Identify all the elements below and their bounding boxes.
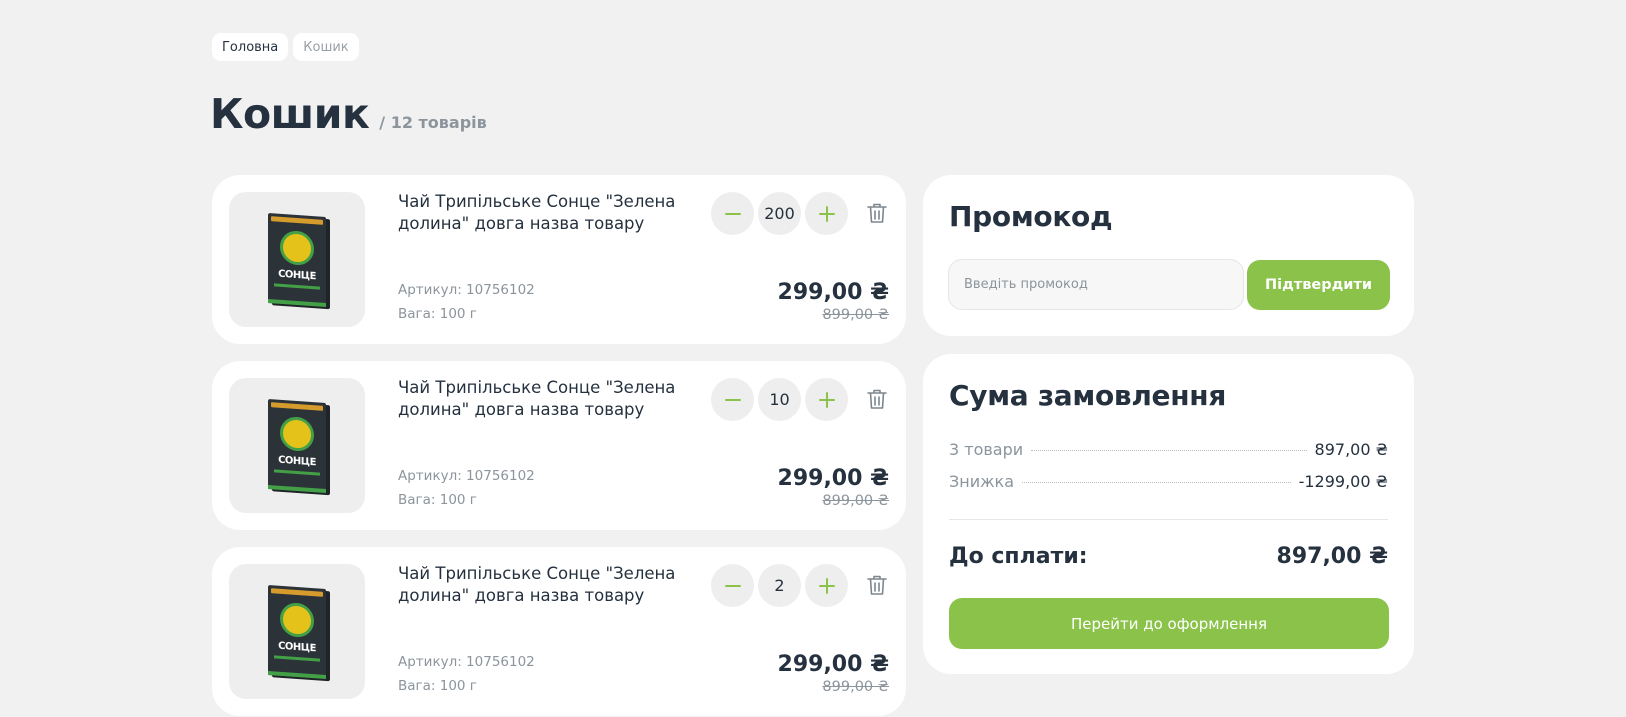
summary-discount-label: Знижка	[949, 472, 1014, 491]
cart-item-count: / 12 товарів	[379, 113, 487, 132]
promo-code-panel: Промокод Підтвердити	[923, 175, 1414, 336]
product-weight: Вага: 100 г	[398, 678, 477, 694]
product-name[interactable]: Чай Трипільське Сонце "Зелена долина" до…	[398, 563, 683, 607]
product-article: Артикул: 10756102	[398, 468, 535, 484]
checkout-button[interactable]: Перейти до оформлення	[949, 598, 1389, 649]
quantity-stepper: 2	[711, 564, 848, 607]
product-name[interactable]: Чай Трипільське Сонце "Зелена долина" до…	[398, 191, 683, 235]
product-price: 299,00 ₴	[777, 652, 889, 677]
quantity-stepper: 200	[711, 192, 848, 235]
apply-promo-button[interactable]: Підтвердити	[1247, 260, 1390, 310]
promo-code-title: Промокод	[949, 200, 1113, 233]
product-old-price: 899,00 ₴	[822, 307, 889, 323]
trash-icon	[867, 203, 887, 223]
plus-icon	[818, 577, 835, 594]
trash-icon	[867, 389, 887, 409]
product-article: Артикул: 10756102	[398, 282, 535, 298]
summary-total-label: До сплати:	[949, 544, 1088, 569]
quantity-value[interactable]: 200	[758, 192, 801, 235]
cart-item: СОНЦЕ Чай Трипільське Сонце "Зелена доли…	[212, 547, 906, 716]
minus-icon	[724, 398, 741, 401]
increase-quantity-button[interactable]	[805, 564, 848, 607]
dotted-leader	[1031, 450, 1307, 451]
plus-icon	[818, 391, 835, 408]
quantity-value[interactable]: 10	[758, 378, 801, 421]
order-summary-panel: Сума замовлення 3 товари 897,00 ₴ Знижка…	[923, 354, 1414, 674]
summary-items-row: 3 товари 897,00 ₴	[949, 440, 1388, 459]
increase-quantity-button[interactable]	[805, 192, 848, 235]
tea-box-illustration: СОНЦЕ	[268, 398, 326, 493]
product-weight: Вага: 100 г	[398, 306, 477, 322]
summary-discount-value: -1299,00 ₴	[1298, 472, 1388, 491]
decrease-quantity-button[interactable]	[711, 378, 754, 421]
product-weight: Вага: 100 г	[398, 492, 477, 508]
cart-item: СОНЦЕ Чай Трипільське Сонце "Зелена доли…	[212, 175, 906, 344]
remove-item-button[interactable]	[865, 573, 889, 597]
promo-code-input[interactable]	[948, 259, 1244, 310]
summary-discount-row: Знижка -1299,00 ₴	[949, 472, 1388, 491]
page-heading: Кошик	[210, 90, 370, 138]
quantity-value[interactable]: 2	[758, 564, 801, 607]
plus-icon	[818, 205, 835, 222]
cart-item: СОНЦЕ Чай Трипільське Сонце "Зелена доли…	[212, 361, 906, 530]
minus-icon	[724, 584, 741, 587]
breadcrumb-home-link[interactable]: Головна	[212, 33, 289, 61]
summary-divider	[949, 519, 1388, 520]
summary-items-label: 3 товари	[949, 440, 1024, 459]
product-image[interactable]: СОНЦЕ	[229, 378, 365, 513]
quantity-stepper: 10	[711, 378, 848, 421]
product-old-price: 899,00 ₴	[822, 679, 889, 695]
summary-total-value: 897,00 ₴	[1276, 544, 1388, 569]
decrease-quantity-button[interactable]	[711, 192, 754, 235]
order-summary-title: Сума замовлення	[949, 379, 1227, 412]
summary-total-row: До сплати: 897,00 ₴	[949, 544, 1388, 569]
page-title: Кошик / 12 товарів	[210, 90, 487, 138]
minus-icon	[724, 212, 741, 215]
product-old-price: 899,00 ₴	[822, 493, 889, 509]
product-image[interactable]: СОНЦЕ	[229, 564, 365, 699]
product-image[interactable]: СОНЦЕ	[229, 192, 365, 327]
remove-item-button[interactable]	[865, 387, 889, 411]
trash-icon	[867, 575, 887, 595]
increase-quantity-button[interactable]	[805, 378, 848, 421]
remove-item-button[interactable]	[865, 201, 889, 225]
product-price: 299,00 ₴	[777, 280, 889, 305]
product-price: 299,00 ₴	[777, 466, 889, 491]
summary-items-value: 897,00 ₴	[1314, 440, 1388, 459]
decrease-quantity-button[interactable]	[711, 564, 754, 607]
tea-box-illustration: СОНЦЕ	[268, 212, 326, 307]
dotted-leader	[1022, 482, 1291, 483]
product-name[interactable]: Чай Трипільське Сонце "Зелена долина" до…	[398, 377, 683, 421]
breadcrumb: Головна Кошик	[212, 33, 359, 61]
product-article: Артикул: 10756102	[398, 654, 535, 670]
tea-box-illustration: СОНЦЕ	[268, 584, 326, 679]
breadcrumb-current: Кошик	[293, 33, 359, 61]
